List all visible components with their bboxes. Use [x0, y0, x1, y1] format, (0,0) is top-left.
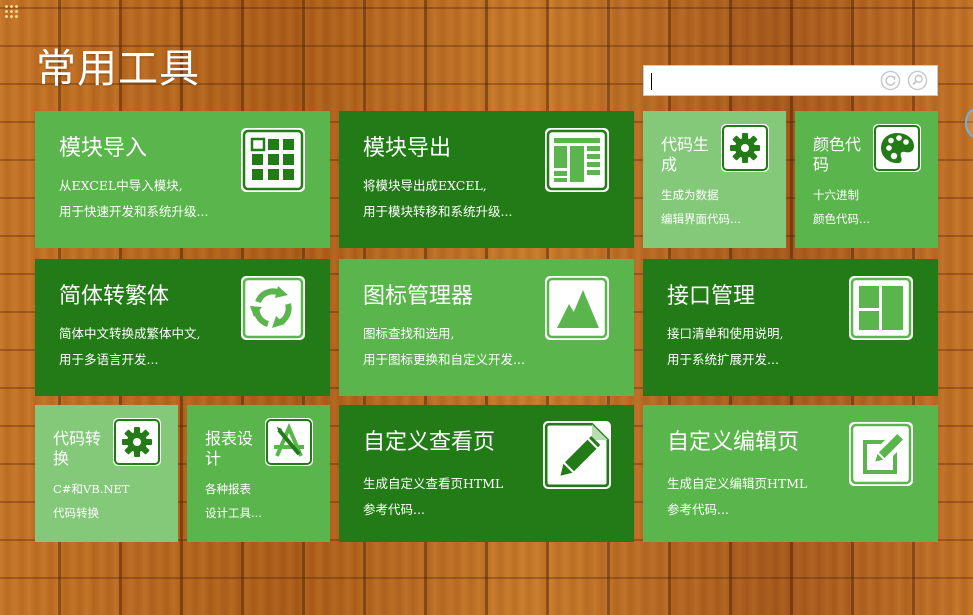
- tile-title: 模块导入: [59, 136, 148, 161]
- side-panel-handle[interactable]: [965, 108, 973, 138]
- mountain-icon: [545, 276, 609, 340]
- tile-custom-edit-page[interactable]: 自定义编辑页 生成自定义编辑页HTML 参考代码...: [643, 405, 938, 542]
- tile-icon-manager[interactable]: 图标管理器 图标查找和选用, 用于图标更换和自定义开发...: [339, 259, 634, 396]
- tile-title: 自定义编辑页: [667, 430, 800, 455]
- tile-desc: 接口清单和使用说明, 用于系统扩展开发...: [667, 326, 784, 367]
- tile-desc: 生成为数据 编辑界面代码...: [661, 188, 741, 226]
- tile-title: 模块导出: [363, 136, 452, 161]
- tile-module-import[interactable]: 模块导入 从EXCEL中导入模块, 用于快速开发和系统升级...: [35, 111, 330, 248]
- tile-desc: 从EXCEL中导入模块, 用于快速开发和系统升级...: [59, 178, 209, 219]
- layout-icon: [849, 276, 913, 340]
- tile-color-code[interactable]: 颜色代码 十六进制 颜色代码...: [795, 111, 938, 248]
- text-caret: [651, 73, 652, 90]
- tile-title: 图标管理器: [363, 284, 474, 309]
- tile-title: 接口管理: [667, 284, 756, 309]
- grid-icon: [241, 128, 305, 192]
- tile-code-generation[interactable]: 代码生成 生成为数据 编辑界面代码...: [643, 111, 786, 248]
- tile-desc: 图标查找和选用, 用于图标更换和自定义开发...: [363, 326, 525, 367]
- tile-interface-management[interactable]: 接口管理 接口清单和使用说明, 用于系统扩展开发...: [643, 259, 938, 396]
- reset-icon[interactable]: [880, 70, 901, 91]
- tile-title: 自定义查看页: [363, 430, 496, 455]
- design-tools-icon: [265, 418, 313, 466]
- spreadsheet-icon: [545, 128, 609, 192]
- gear-icon: [721, 124, 769, 172]
- tile-title: 代码转换: [53, 429, 102, 468]
- window-grip-icon[interactable]: [4, 4, 18, 18]
- tile-desc: 生成自定义查看页HTML 参考代码...: [363, 476, 504, 517]
- tile-desc: 各种报表 设计工具...: [205, 482, 262, 520]
- pencil-document-icon: [543, 421, 611, 489]
- tile-custom-view-page[interactable]: 自定义查看页 生成自定义查看页HTML 参考代码...: [339, 405, 634, 542]
- recycle-icon: [241, 276, 305, 340]
- tile-report-design[interactable]: 报表设计 各种报表 设计工具...: [187, 405, 330, 542]
- tile-title: 颜色代码: [813, 135, 862, 174]
- tile-title: 简体转繁体: [59, 284, 170, 309]
- gear-icon: [113, 418, 161, 466]
- edit-icon: [849, 422, 913, 486]
- tile-simplified-to-traditional[interactable]: 简体转繁体 简体中文转换成繁体中文, 用于多语言开发...: [35, 259, 330, 396]
- tile-module-export[interactable]: 模块导出 将模块导出成EXCEL, 用于模块转移和系统升级...: [339, 111, 634, 248]
- tile-desc: 十六进制 颜色代码...: [813, 188, 870, 226]
- tile-title: 代码生成: [661, 135, 710, 174]
- search-icon[interactable]: [907, 70, 928, 91]
- tile-desc: 简体中文转换成繁体中文, 用于多语言开发...: [59, 326, 201, 367]
- search-input[interactable]: [650, 70, 870, 91]
- tile-desc: 将模块导出成EXCEL, 用于模块转移和系统升级...: [363, 178, 513, 219]
- tile-desc: 生成自定义编辑页HTML 参考代码...: [667, 476, 808, 517]
- tile-desc: C#和VB.NET 代码转换: [53, 482, 130, 520]
- search-box[interactable]: [643, 65, 938, 96]
- tile-code-conversion[interactable]: 代码转换 C#和VB.NET 代码转换: [35, 405, 178, 542]
- palette-icon: [873, 124, 921, 172]
- tile-title: 报表设计: [205, 429, 254, 468]
- page-title: 常用工具: [36, 46, 200, 92]
